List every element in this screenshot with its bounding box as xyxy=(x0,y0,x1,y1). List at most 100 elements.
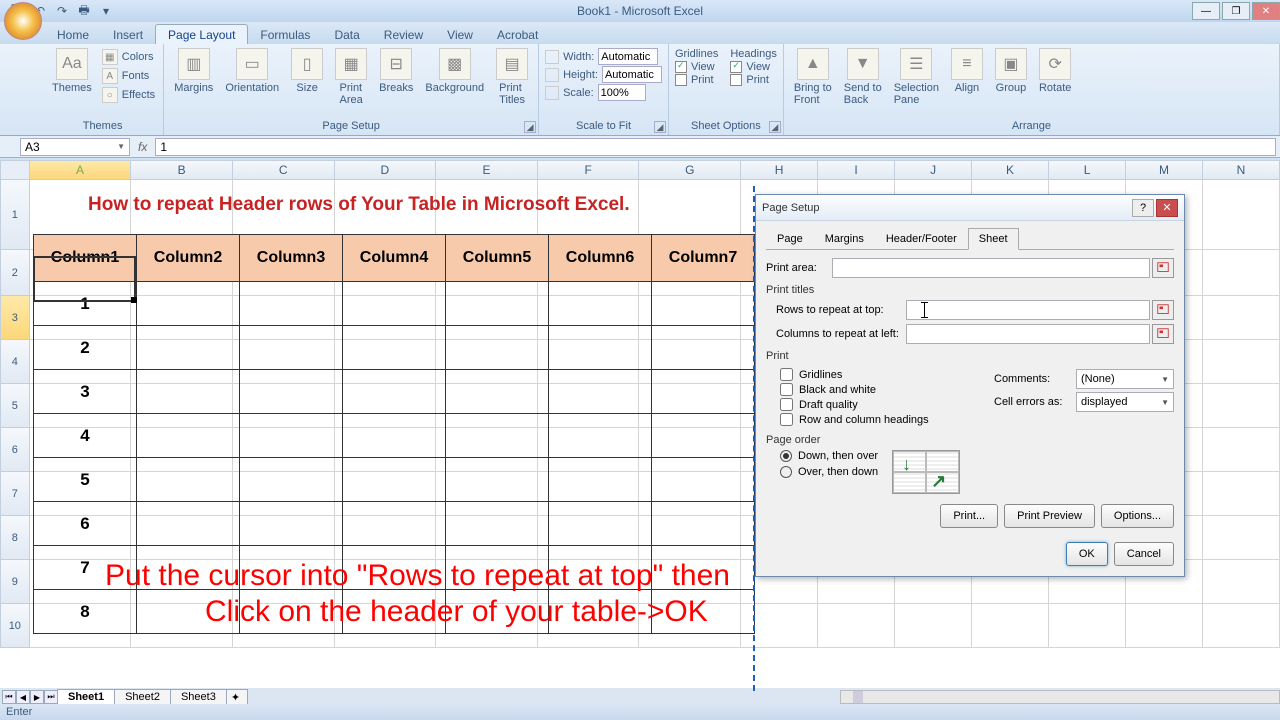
table-cell[interactable] xyxy=(343,458,446,502)
table-cell[interactable] xyxy=(446,326,549,370)
table-cell[interactable] xyxy=(240,326,343,370)
table-cell[interactable] xyxy=(240,414,343,458)
table-cell[interactable]: 3 xyxy=(34,370,137,414)
effects-button[interactable]: ○Effects xyxy=(100,86,157,104)
table-cell[interactable] xyxy=(240,282,343,326)
fx-icon[interactable]: fx xyxy=(138,140,147,154)
dlg-print-button[interactable]: Print... xyxy=(940,504,998,528)
table-cell[interactable] xyxy=(549,414,652,458)
row-header-7[interactable]: 7 xyxy=(0,472,30,516)
row-header-8[interactable]: 8 xyxy=(0,516,30,560)
tab-view[interactable]: View xyxy=(435,25,485,44)
table-cell[interactable] xyxy=(652,414,755,458)
table-cell[interactable] xyxy=(137,282,240,326)
table-cell[interactable] xyxy=(652,502,755,546)
formula-input[interactable] xyxy=(155,138,1276,156)
align-button[interactable]: ≡Align xyxy=(947,46,987,96)
scale-input[interactable] xyxy=(598,84,646,101)
sheet-tab-2[interactable]: Sheet2 xyxy=(114,689,171,705)
sheet-nav-prev[interactable]: ◀ xyxy=(16,690,30,704)
headings-print-check[interactable] xyxy=(730,74,742,86)
table-cell[interactable] xyxy=(343,370,446,414)
table-cell[interactable]: 4 xyxy=(34,414,137,458)
select-all-corner[interactable] xyxy=(0,160,30,180)
table-cell[interactable] xyxy=(240,458,343,502)
table-cell[interactable] xyxy=(343,414,446,458)
width-input[interactable] xyxy=(598,48,658,65)
dialog-close-button[interactable]: ✕ xyxy=(1156,199,1178,217)
new-sheet-button[interactable]: ✦ xyxy=(226,689,248,706)
table-cell[interactable] xyxy=(343,282,446,326)
tab-data[interactable]: Data xyxy=(322,25,371,44)
dlg-tab-page[interactable]: Page xyxy=(766,228,814,250)
row-header-6[interactable]: 6 xyxy=(0,428,30,472)
table-cell[interactable] xyxy=(137,458,240,502)
table-cell[interactable] xyxy=(137,370,240,414)
themes-button[interactable]: AaThemes xyxy=(48,46,96,96)
table-cell[interactable] xyxy=(549,282,652,326)
sheetopt-launcher[interactable]: ◢ xyxy=(769,121,781,133)
tab-formulas[interactable]: Formulas xyxy=(248,25,322,44)
horizontal-scrollbar[interactable] xyxy=(840,690,1280,704)
tab-review[interactable]: Review xyxy=(372,25,435,44)
print-area-range-button[interactable] xyxy=(1152,258,1174,278)
col-header-I[interactable]: I xyxy=(818,160,895,180)
sheet-nav-next[interactable]: ▶ xyxy=(30,690,44,704)
table-cell[interactable] xyxy=(240,502,343,546)
sheet-nav-last[interactable]: ⏭ xyxy=(44,690,58,704)
name-box[interactable]: A3▼ xyxy=(20,138,130,156)
col-header-C[interactable]: C xyxy=(233,160,335,180)
tab-page-layout[interactable]: Page Layout xyxy=(155,24,248,44)
close-button[interactable]: ✕ xyxy=(1252,2,1280,20)
gridlines-print-check[interactable] xyxy=(675,74,687,86)
errors-select[interactable]: displayed▼ xyxy=(1076,392,1174,412)
orientation-button[interactable]: ▭Orientation xyxy=(221,46,283,96)
background-button[interactable]: ▩Background xyxy=(421,46,488,96)
sheet-tab-3[interactable]: Sheet3 xyxy=(170,689,227,705)
row-header-5[interactable]: 5 xyxy=(0,384,30,428)
table-header[interactable]: Column7 xyxy=(652,235,755,282)
tab-insert[interactable]: Insert xyxy=(101,25,155,44)
table-cell[interactable] xyxy=(137,414,240,458)
col-header-G[interactable]: G xyxy=(639,160,741,180)
row-header-10[interactable]: 10 xyxy=(0,604,30,648)
pagesetup-launcher[interactable]: ◢ xyxy=(524,121,536,133)
table-cell[interactable] xyxy=(446,370,549,414)
cancel-button[interactable]: Cancel xyxy=(1114,542,1174,566)
down-over-radio[interactable]: Down, then over xyxy=(780,450,878,462)
table-cell[interactable] xyxy=(343,502,446,546)
table-cell[interactable] xyxy=(652,282,755,326)
table-cell[interactable] xyxy=(446,502,549,546)
table-header[interactable]: Column6 xyxy=(549,235,652,282)
col-header-A[interactable]: A xyxy=(30,160,132,180)
maximize-button[interactable]: ❐ xyxy=(1222,2,1250,20)
col-header-K[interactable]: K xyxy=(972,160,1049,180)
sheet-tab-1[interactable]: Sheet1 xyxy=(57,689,115,705)
table-cell[interactable]: 5 xyxy=(34,458,137,502)
comments-select[interactable]: (None)▼ xyxy=(1076,369,1174,389)
breaks-button[interactable]: ⊟Breaks xyxy=(375,46,417,96)
selection-pane-button[interactable]: ☰SelectionPane xyxy=(890,46,943,108)
chevron-down-icon[interactable]: ▾ xyxy=(98,3,114,19)
table-header[interactable]: Column4 xyxy=(343,235,446,282)
fonts-button[interactable]: AFonts xyxy=(100,67,157,85)
table-cell[interactable] xyxy=(549,458,652,502)
col-header-L[interactable]: L xyxy=(1049,160,1126,180)
row-header-1[interactable]: 1 xyxy=(0,180,30,250)
table-cell[interactable]: 6 xyxy=(34,502,137,546)
print-area-input[interactable] xyxy=(832,258,1150,278)
print-icon[interactable]: 🖶 xyxy=(76,3,92,19)
cols-repeat-range-button[interactable] xyxy=(1152,324,1174,344)
table-cell[interactable] xyxy=(240,370,343,414)
table-cell[interactable] xyxy=(652,458,755,502)
print-titles-button[interactable]: ▤PrintTitles xyxy=(492,46,532,108)
row-header-3[interactable]: 3 xyxy=(0,296,30,340)
rows-repeat-input[interactable] xyxy=(906,300,1150,320)
rows-repeat-range-button[interactable] xyxy=(1152,300,1174,320)
row-header-4[interactable]: 4 xyxy=(0,340,30,384)
table-cell[interactable] xyxy=(137,502,240,546)
dlg-options-button[interactable]: Options... xyxy=(1101,504,1174,528)
rotate-button[interactable]: ⟳Rotate xyxy=(1035,46,1075,96)
scale-launcher[interactable]: ◢ xyxy=(654,121,666,133)
dlg-preview-button[interactable]: Print Preview xyxy=(1004,504,1095,528)
